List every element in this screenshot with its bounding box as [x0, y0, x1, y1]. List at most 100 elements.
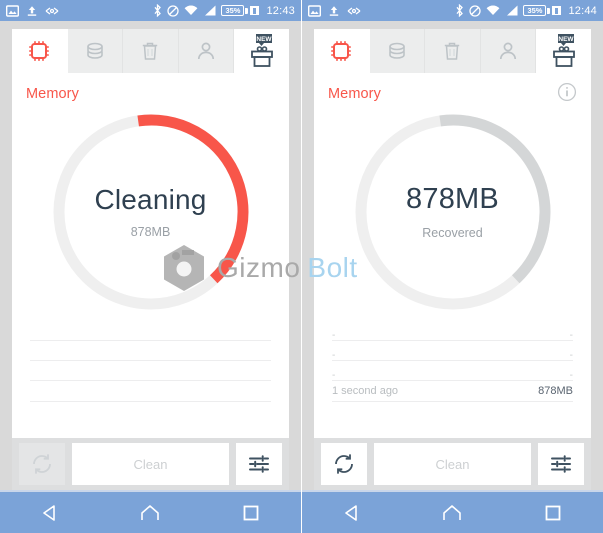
tab-storage[interactable] — [67, 29, 124, 73]
list-item-label: - — [332, 370, 336, 381]
upload-icon — [329, 5, 339, 16]
list-item[interactable] — [30, 321, 271, 341]
usb-debug-icon — [347, 6, 361, 15]
wifi-icon — [487, 5, 500, 15]
app-card-right: NEW Memory 878MB Recovered - - - - - - 1… — [314, 29, 591, 490]
upload-icon — [27, 5, 37, 16]
app-card-left: NEW Memory Cleaning 878MB Clean — [12, 29, 289, 490]
signal-icon — [205, 5, 216, 16]
battery-indicator: 35% — [221, 5, 260, 16]
status-bar-right: 35% 12:44 — [302, 0, 603, 21]
settings-button[interactable] — [236, 443, 282, 485]
tab-junk[interactable] — [123, 29, 179, 73]
list-item-value: - — [569, 330, 573, 341]
tab-memory[interactable] — [314, 29, 370, 73]
battery-percent-label: 35% — [225, 5, 241, 15]
list-item[interactable] — [30, 341, 271, 361]
database-icon — [87, 42, 103, 59]
database-icon — [389, 42, 405, 59]
usb-debug-icon — [45, 6, 59, 15]
person-icon — [198, 42, 215, 60]
tab-privacy[interactable] — [480, 29, 537, 73]
nav-recents-button[interactable] — [533, 498, 573, 528]
sliders-icon — [551, 455, 571, 473]
list-item-value: 878MB — [538, 385, 573, 397]
list-item-value: - — [569, 350, 573, 361]
clock-label: 12:43 — [266, 4, 295, 17]
list-item[interactable]: -- — [332, 361, 573, 381]
tab-bar-left: NEW — [12, 29, 289, 73]
nav-back-button[interactable] — [332, 498, 372, 528]
memory-donut-left: Cleaning 878MB — [12, 103, 289, 321]
nav-home-button[interactable] — [130, 498, 170, 528]
svg-text:NEW: NEW — [558, 36, 574, 43]
gift-box-icon: NEW — [250, 34, 273, 67]
phone-screenshot-right: 35% 12:44 NEW Memory 878MB Recovered - -… — [301, 0, 603, 533]
person-icon — [500, 42, 517, 60]
list-item[interactable]: 1 second ago 878MB — [332, 381, 573, 402]
list-item[interactable] — [30, 381, 271, 402]
process-list-right: -- -- -- 1 second ago 878MB — [314, 321, 591, 438]
list-item[interactable] — [30, 361, 271, 381]
app-surface-right: NEW Memory 878MB Recovered - - - - - - 1… — [302, 21, 603, 490]
nav-back-button[interactable] — [30, 498, 70, 528]
refresh-icon — [335, 454, 353, 474]
square-icon — [545, 505, 561, 520]
status-bar-right-icons: 35% 12:43 — [153, 4, 295, 17]
tab-privacy[interactable] — [178, 29, 235, 73]
list-item-label: - — [332, 330, 336, 341]
sliders-icon — [249, 455, 269, 473]
app-surface-left: NEW Memory Cleaning 878MB Clean — [0, 21, 301, 490]
page-title: Memory — [26, 86, 79, 102]
process-list-left — [12, 321, 289, 438]
phone-screenshot-left: 35% 12:43 NEW Memory Cleaning 878MB Clea… — [0, 0, 301, 533]
nav-recents-button[interactable] — [231, 498, 271, 528]
dnd-icon — [167, 4, 180, 17]
battery-percent-label: 35% — [527, 5, 543, 15]
android-nav-bar-right — [302, 490, 603, 533]
square-icon — [243, 505, 259, 520]
settings-button[interactable] — [538, 443, 584, 485]
list-item-label: 1 second ago — [332, 385, 399, 397]
tab-gift[interactable]: NEW — [234, 29, 289, 73]
refresh-button[interactable] — [321, 443, 367, 485]
bluetooth-icon — [154, 4, 162, 17]
battery-charging-icon — [250, 6, 260, 15]
dnd-icon — [469, 4, 482, 17]
home-icon — [443, 504, 462, 520]
tab-junk[interactable] — [425, 29, 481, 73]
refresh-icon — [33, 454, 51, 474]
status-bar-left-icons — [6, 4, 59, 17]
back-triangle-icon — [345, 504, 357, 521]
status-bar-left: 35% 12:43 — [0, 0, 301, 21]
image-icon — [308, 4, 321, 17]
clean-button[interactable]: Clean — [374, 443, 531, 485]
list-item[interactable]: -- — [332, 341, 573, 361]
donut-chart — [53, 114, 248, 310]
clean-button[interactable]: Clean — [72, 443, 229, 485]
donut-chart — [355, 114, 550, 310]
memory-donut-right: 878MB Recovered — [314, 103, 591, 321]
refresh-button[interactable] — [19, 443, 65, 485]
bluetooth-icon — [456, 4, 464, 17]
back-triangle-icon — [43, 504, 55, 521]
battery-cap — [547, 7, 551, 14]
status-bar-right-icons: 35% 12:44 — [455, 4, 597, 17]
battery-cap — [245, 7, 249, 14]
tab-gift[interactable]: NEW — [536, 29, 591, 73]
home-icon — [141, 504, 160, 520]
android-nav-bar-left — [0, 490, 301, 533]
cpu-chip-icon — [331, 41, 352, 61]
action-bar-right: Clean — [314, 438, 591, 490]
battery-charging-icon — [552, 6, 562, 15]
tab-storage[interactable] — [369, 29, 426, 73]
svg-text:NEW: NEW — [256, 36, 272, 43]
nav-home-button[interactable] — [432, 498, 472, 528]
signal-icon — [507, 5, 518, 16]
tab-memory[interactable] — [12, 29, 68, 73]
list-item[interactable]: -- — [332, 321, 573, 341]
status-bar-left-icons — [308, 4, 361, 17]
trash-icon — [143, 42, 158, 60]
list-item-label: - — [332, 350, 336, 361]
trash-icon — [445, 42, 460, 60]
